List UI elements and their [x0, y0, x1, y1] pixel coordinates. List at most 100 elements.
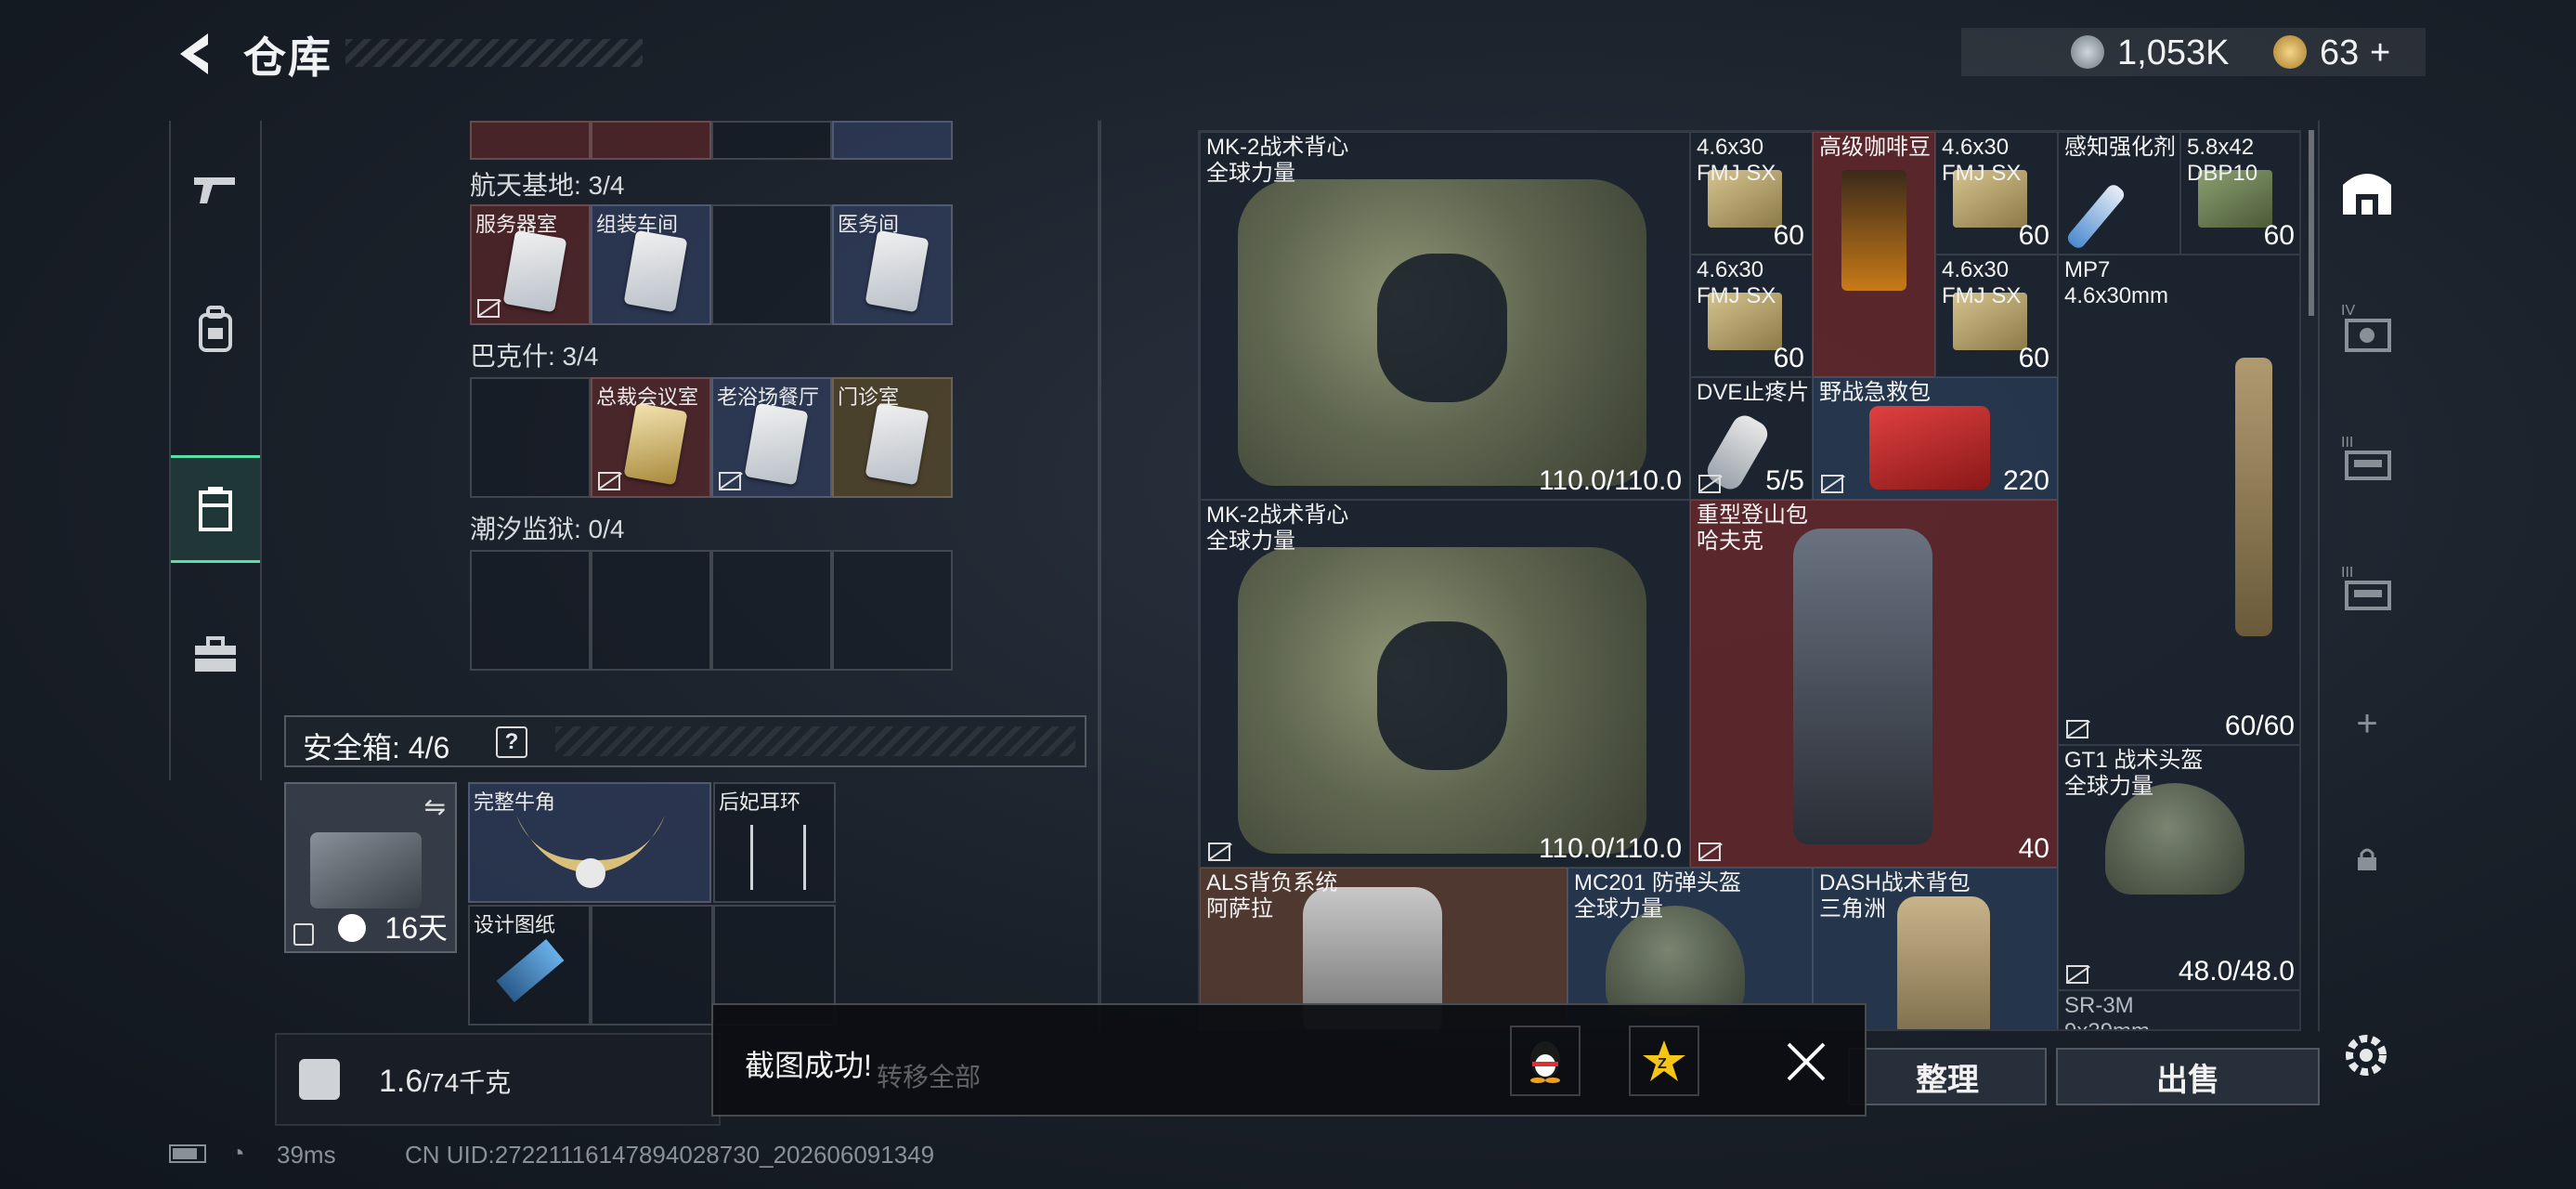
lock-icon — [293, 923, 314, 946]
keycard-slot[interactable] — [470, 121, 591, 160]
transfer-all-button[interactable]: 转移全部 — [877, 1057, 981, 1094]
scrollbar-track[interactable] — [1098, 121, 1101, 1031]
locked-storage-tab[interactable] — [2320, 808, 2414, 910]
share-qq-button[interactable] — [1510, 1026, 1581, 1096]
add-storage-icon[interactable]: + — [2320, 673, 2414, 775]
keycard-image — [623, 229, 688, 313]
tab-storage-main[interactable] — [2320, 141, 2414, 243]
inventory-item[interactable]: 感知强化剂 — [2058, 132, 2180, 255]
inventory-item[interactable]: 5.8x42 DBP10 60 — [2180, 132, 2299, 255]
backpack-image — [1793, 529, 1932, 844]
keycard-slot-empty[interactable] — [711, 204, 832, 325]
keycard-image — [744, 402, 809, 486]
inventory-item[interactable]: 高级咖啡豆 — [1813, 132, 1935, 377]
storage-tier-icon: III — [2341, 565, 2391, 610]
add-currency-button[interactable]: + — [2370, 33, 2390, 73]
sell-button[interactable]: 出售 — [2056, 1048, 2320, 1105]
keycard-slot[interactable]: 老浴场餐厅 — [711, 377, 832, 498]
no-trade-icon — [2066, 965, 2088, 984]
no-trade-icon — [1208, 843, 1230, 861]
uid-text: CN UID:27221116147894028730_202606091349 — [405, 1141, 935, 1169]
sidebar-item-storage[interactable] — [171, 455, 260, 563]
coffee-bag-image — [1841, 170, 1906, 291]
keycard-slot[interactable] — [711, 121, 832, 160]
swap-icon[interactable]: ⇋ — [424, 791, 446, 822]
rifle-image — [2235, 358, 2272, 636]
wifi-icon: ◔ — [230, 1139, 245, 1167]
no-trade-icon — [1698, 475, 1721, 493]
storage-tabs-sidebar: IV III III + — [2318, 121, 2414, 1031]
no-trade-icon — [1821, 475, 1843, 493]
back-arrow-icon[interactable] — [167, 26, 223, 82]
safebox-item-slot[interactable]: 后妃耳环 — [713, 782, 836, 903]
warehouse-icon — [2343, 174, 2391, 215]
top-bar: 仓库 1,053K 63 + — [0, 0, 2576, 111]
weight-max: /74千克 — [423, 1068, 512, 1097]
keycard-slot[interactable]: 服务器室 — [470, 204, 591, 325]
keycard-slot[interactable]: 组装车间 — [591, 204, 711, 325]
keycard-slot[interactable] — [591, 121, 711, 160]
header-decoration — [555, 726, 1075, 756]
safebox-item-slot-empty[interactable] — [591, 905, 713, 1026]
storage-tier-icon: III — [2341, 435, 2391, 480]
keycard-slot-empty[interactable] — [832, 550, 953, 671]
sidebar-item-toolbox[interactable] — [171, 604, 260, 706]
section-label-bakshi: 巴克什: 3/4 — [470, 342, 599, 371]
currency-bar: 1,053K 63 + — [1961, 28, 2426, 76]
keycard-slot[interactable]: 总裁会议室 — [591, 377, 711, 498]
storage-tier-icon: IV — [2341, 303, 2391, 352]
tab-storage-3a[interactable]: III — [2320, 409, 2414, 511]
inventory-item[interactable]: 4.6x30 FMJ SX 60 — [1690, 255, 1813, 377]
inventory-item[interactable]: 野战急救包 220 — [1813, 377, 2058, 500]
inventory-item[interactable]: 4.6x30 FMJ SX 60 — [1935, 255, 2058, 377]
tab-storage-4[interactable]: IV — [2320, 277, 2414, 379]
section-label-tidal-prison: 潮汐监狱: 0/4 — [470, 515, 625, 543]
inventory-item[interactable]: MK-2战术背心 全球力量 110.0/110.0 — [1200, 132, 1690, 500]
inventory-item[interactable]: MK-2战术背心 全球力量 110.0/110.0 — [1200, 500, 1690, 868]
svg-text:III: III — [2341, 565, 2353, 581]
keycard-slot[interactable] — [832, 121, 953, 160]
close-icon[interactable] — [1781, 1037, 1831, 1087]
safebox-item-slot[interactable]: 设计图纸 — [468, 905, 591, 1026]
weight-current: 1.6 — [379, 1064, 423, 1099]
keycard-image — [865, 402, 930, 486]
horn-image — [516, 816, 665, 888]
keycard-slot-empty[interactable] — [711, 550, 832, 671]
keycard-slot[interactable]: 门诊室 — [832, 377, 953, 498]
inventory-item[interactable]: MP7 4.6x30mm 60/60 — [2058, 255, 2299, 745]
blueprint-image — [496, 939, 565, 1002]
organize-button[interactable]: 整理 — [1848, 1048, 2047, 1105]
inventory-item[interactable]: 4.6x30 FMJ SX 60 — [1690, 132, 1813, 255]
gear-icon[interactable] — [2338, 1027, 2394, 1083]
qzone-star-icon: Z — [1643, 1040, 1685, 1081]
earring-image — [750, 825, 806, 890]
safebox-container[interactable]: ⇋ 16天 — [284, 782, 457, 953]
share-qzone-button[interactable]: Z — [1629, 1026, 1699, 1096]
currency-premium: 63 — [2320, 33, 2360, 72]
sidebar-item-backpack[interactable] — [171, 279, 260, 381]
safebox-item-slot[interactable]: 完整牛角 — [468, 782, 711, 903]
sidebar-item-weapons[interactable] — [171, 139, 260, 242]
keycard-slot-empty[interactable] — [591, 550, 711, 671]
inventory-item[interactable]: GT1 战术头盔 全球力量 48.0/48.0 — [2058, 745, 2299, 990]
left-category-sidebar — [169, 121, 262, 780]
keycard-slot[interactable]: 医务间 — [832, 204, 953, 325]
inventory-item[interactable]: 重型登山包 哈夫克 40 — [1690, 500, 2058, 868]
battery-icon — [169, 1144, 206, 1163]
keycard-image — [865, 229, 930, 313]
helmet-image — [2105, 783, 2244, 895]
first-aid-kit-image — [1869, 406, 1990, 490]
tab-storage-3b[interactable]: III — [2320, 539, 2414, 641]
ping-text: 39ms — [277, 1141, 336, 1169]
page-title: 仓库 — [243, 33, 332, 82]
svg-text:III: III — [2341, 435, 2353, 451]
title-decoration — [345, 39, 643, 67]
inventory-item[interactable]: SR-3M 9x39mm — [2058, 990, 2299, 1029]
inventory-item[interactable]: 4.6x30 FMJ SX 60 — [1935, 132, 2058, 255]
keycard-slot-empty[interactable] — [470, 377, 591, 498]
inventory-item[interactable]: DVE止疼片 5/5 — [1690, 377, 1813, 500]
help-icon[interactable]: ? — [496, 726, 527, 758]
no-trade-icon — [598, 472, 620, 490]
inventory-scrollbar[interactable] — [2309, 130, 2314, 316]
keycard-slot-empty[interactable] — [470, 550, 591, 671]
